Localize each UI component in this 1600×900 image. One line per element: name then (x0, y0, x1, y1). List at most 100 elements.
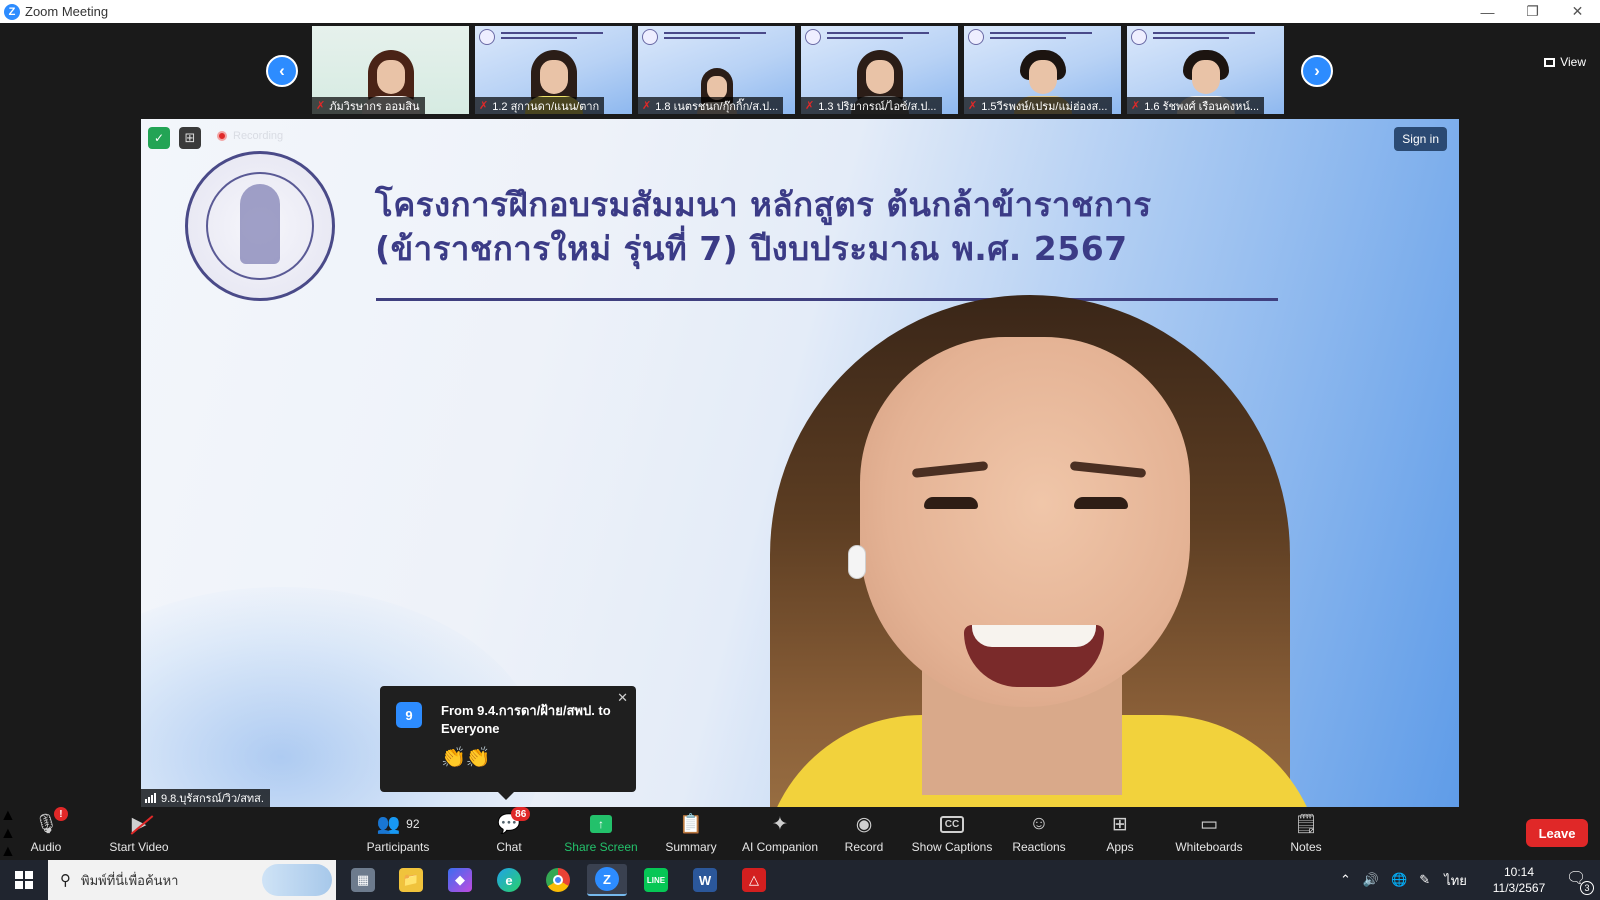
zoom-app-icon[interactable]: Z (587, 864, 627, 896)
notification-center-icon[interactable]: 🗨 3 (1566, 868, 1594, 895)
participants-icon: 👥 92 (376, 814, 420, 835)
slide-header (479, 29, 628, 47)
chat-sender: From 9.4.การดา/ฝ้าย/สพป. to Everyone (441, 703, 611, 736)
speaker-figure (752, 295, 1332, 807)
summary-icon: 📋 (679, 814, 703, 835)
audio-button[interactable]: 🎙! Audio (22, 807, 70, 860)
chat-message: 👏👏 (441, 747, 491, 769)
organization-seal (185, 151, 335, 301)
participant-name: ✗ 1.8 เนตรชนก/กุ๊กกิ๊ก/ส.ป... (638, 97, 784, 114)
earbud (848, 545, 866, 579)
start-video-button[interactable]: ▶ Start Video (104, 807, 174, 860)
minimize-icon[interactable]: — (1465, 0, 1510, 23)
zoom-logo-icon: Z (4, 3, 20, 20)
leave-button[interactable]: Leave (1526, 819, 1588, 847)
window-title: Zoom Meeting (25, 4, 109, 19)
speaker-name-label: 9.8.บุรัสกรณ์/วิว/สทส. (141, 789, 270, 807)
chat-notification[interactable]: 9 From 9.4.การดา/ฝ้าย/สพป. to Everyone 👏… (380, 686, 636, 800)
recording-dot-icon (217, 131, 227, 141)
mic-muted-icon: ✗ (479, 100, 489, 112)
mic-muted-icon: ✗ (968, 100, 978, 112)
toast-pointer (498, 792, 514, 800)
ai-companion-button[interactable]: ✦ AI Companion (738, 807, 822, 860)
share-screen-button[interactable]: ↑ Share Screen (563, 807, 639, 860)
mic-muted-icon: ✗ (1131, 100, 1141, 112)
mic-muted-icon: ✗ (805, 100, 815, 112)
chrome-browser-icon[interactable] (538, 864, 578, 896)
record-button[interactable]: ◉ Record (844, 807, 884, 860)
participant-name: ✗ 1.2 สุกานดา/แนน/ตาก (475, 97, 605, 114)
edge-browser-icon[interactable]: e (489, 864, 529, 896)
participants-button[interactable]: 👥 92 Participants (362, 807, 434, 860)
input-language[interactable]: ไทย (1444, 870, 1467, 891)
notes-button[interactable]: 🗒 Notes (1289, 807, 1323, 860)
sign-in-button[interactable]: Sign in (1394, 127, 1447, 151)
pen-icon[interactable]: ✎ (1419, 872, 1430, 888)
search-highlight-image (262, 864, 332, 896)
windows-taskbar: ⚲ พิมพ์ที่นี่เพื่อค้นหา ▦ 📁 ◆ e Z LINE W… (0, 860, 1600, 900)
notes-icon: 🗒 (1293, 814, 1319, 835)
system-tray: ⌃ 🔊 🌐 ✎ ไทย (1340, 860, 1467, 900)
meeting-toolbar: 🎙! Audio ▲ ▶ Start Video 👥 92 Participant… (0, 807, 1600, 878)
participant-tile[interactable]: ✗ 1.2 สุกานดา/แนน/ตาก (475, 26, 632, 114)
line-app-icon[interactable]: LINE (636, 864, 676, 896)
whiteboard-icon: ▭ (1200, 813, 1218, 835)
record-icon: ◉ (855, 813, 873, 835)
show-captions-button[interactable]: CC Show Captions (911, 807, 993, 860)
chat-button[interactable]: 💬 86 Chat (492, 807, 531, 860)
reactions-button[interactable]: ☺ Reactions (1012, 807, 1066, 860)
taskbar-search-box[interactable]: ⚲ พิมพ์ที่นี่เพื่อค้นหา (48, 860, 336, 900)
summary-button[interactable]: 📋 Summary (663, 807, 719, 860)
unread-count-badge: 9 (396, 702, 422, 728)
captions-icon: CC (939, 811, 965, 837)
reactions-icon: ☺ (1029, 813, 1049, 834)
slide-header (642, 29, 791, 47)
participant-tile[interactable]: ✗ 1.3 ปริยากรณ์/ไอซ์/ส.ป... (801, 26, 958, 114)
taskbar-task-view-icon[interactable]: ▦ (343, 864, 383, 896)
chevron-right-icon[interactable]: › (1301, 55, 1333, 87)
share-screen-icon: ↑ (590, 811, 612, 837)
word-app-icon[interactable]: W (685, 864, 725, 896)
video-off-icon: ▶ (130, 811, 154, 837)
acrobat-app-icon[interactable]: △ (734, 864, 774, 896)
participant-name: ✗ ภัมวิรษากร ออมสิน (312, 97, 425, 114)
close-icon[interactable]: ✕ (1555, 0, 1600, 23)
apps-button[interactable]: ⊞ Apps (1104, 807, 1136, 860)
chevron-up-icon[interactable]: ⌃ (1340, 872, 1351, 888)
meeting-info-icon[interactable]: ⊞ (179, 127, 201, 149)
recording-indicator: Recording (217, 130, 283, 142)
participant-name: ✗ 1.6 รัชพงศ์ เรือนคงหน์... (1127, 97, 1265, 114)
participant-tile[interactable]: ✗ 1.6 รัชพงศ์ เรือนคงหน์... (1127, 26, 1284, 114)
participant-name: ✗ 1.5วีรพงษ์/เปรม/แม่ฮ่องส... (964, 97, 1113, 114)
apps-icon: ⊞ (1112, 813, 1128, 835)
network-globe-icon[interactable]: 🌐 (1391, 872, 1407, 888)
participant-tile[interactable]: ✗ 1.8 เนตรชนก/กุ๊กกิ๊ก/ส.ป... (638, 26, 795, 114)
signal-bars-icon (145, 793, 157, 803)
system-clock[interactable]: 10:14 11/3/2567 (1484, 864, 1554, 896)
window-titlebar: Z Zoom Meeting — ❐ ✕ (0, 0, 1600, 23)
restore-icon[interactable]: ❐ (1510, 0, 1555, 23)
participant-tile[interactable]: ✗ ภัมวิรษากร ออมสิน (312, 26, 469, 114)
chevron-left-icon[interactable]: ‹ (266, 55, 298, 87)
participant-gallery: ‹ ✗ ภัมวิรษากร ออมสิน ✗ 1.2 สุกานดา/แนน/ตา… (0, 23, 1600, 117)
view-button[interactable]: View (1544, 55, 1586, 69)
mic-muted-icon: ✗ (316, 100, 326, 112)
slide-title: โครงการฝึกอบรมสัมมนา หลักสูตร ต้นกล้าข้า… (375, 185, 1152, 268)
slide-header (805, 29, 954, 47)
active-speaker-video: โครงการฝึกอบรมสัมมนา หลักสูตร ต้นกล้าข้า… (141, 119, 1459, 807)
copilot-icon[interactable]: ◆ (440, 864, 480, 896)
windows-start-icon[interactable] (0, 860, 48, 900)
grid-view-icon (1544, 57, 1556, 67)
slide-header (968, 29, 1117, 47)
speaker-volume-icon[interactable]: 🔊 (1363, 872, 1379, 888)
slide-header (1131, 29, 1280, 47)
close-icon[interactable]: ✕ (617, 690, 628, 706)
security-shield-icon[interactable]: ✓ (148, 127, 170, 149)
participant-tile[interactable]: ✗ 1.5วีรพงษ์/เปรม/แม่ฮ่องส... (964, 26, 1121, 114)
sparkle-icon: ✦ (772, 813, 788, 835)
file-explorer-icon[interactable]: 📁 (391, 864, 431, 896)
mic-muted-icon: ✗ (642, 100, 652, 112)
microphone-icon: 🎙! (34, 807, 68, 837)
chat-icon: 💬 86 (497, 807, 531, 837)
whiteboards-button[interactable]: ▭ Whiteboards (1173, 807, 1245, 860)
